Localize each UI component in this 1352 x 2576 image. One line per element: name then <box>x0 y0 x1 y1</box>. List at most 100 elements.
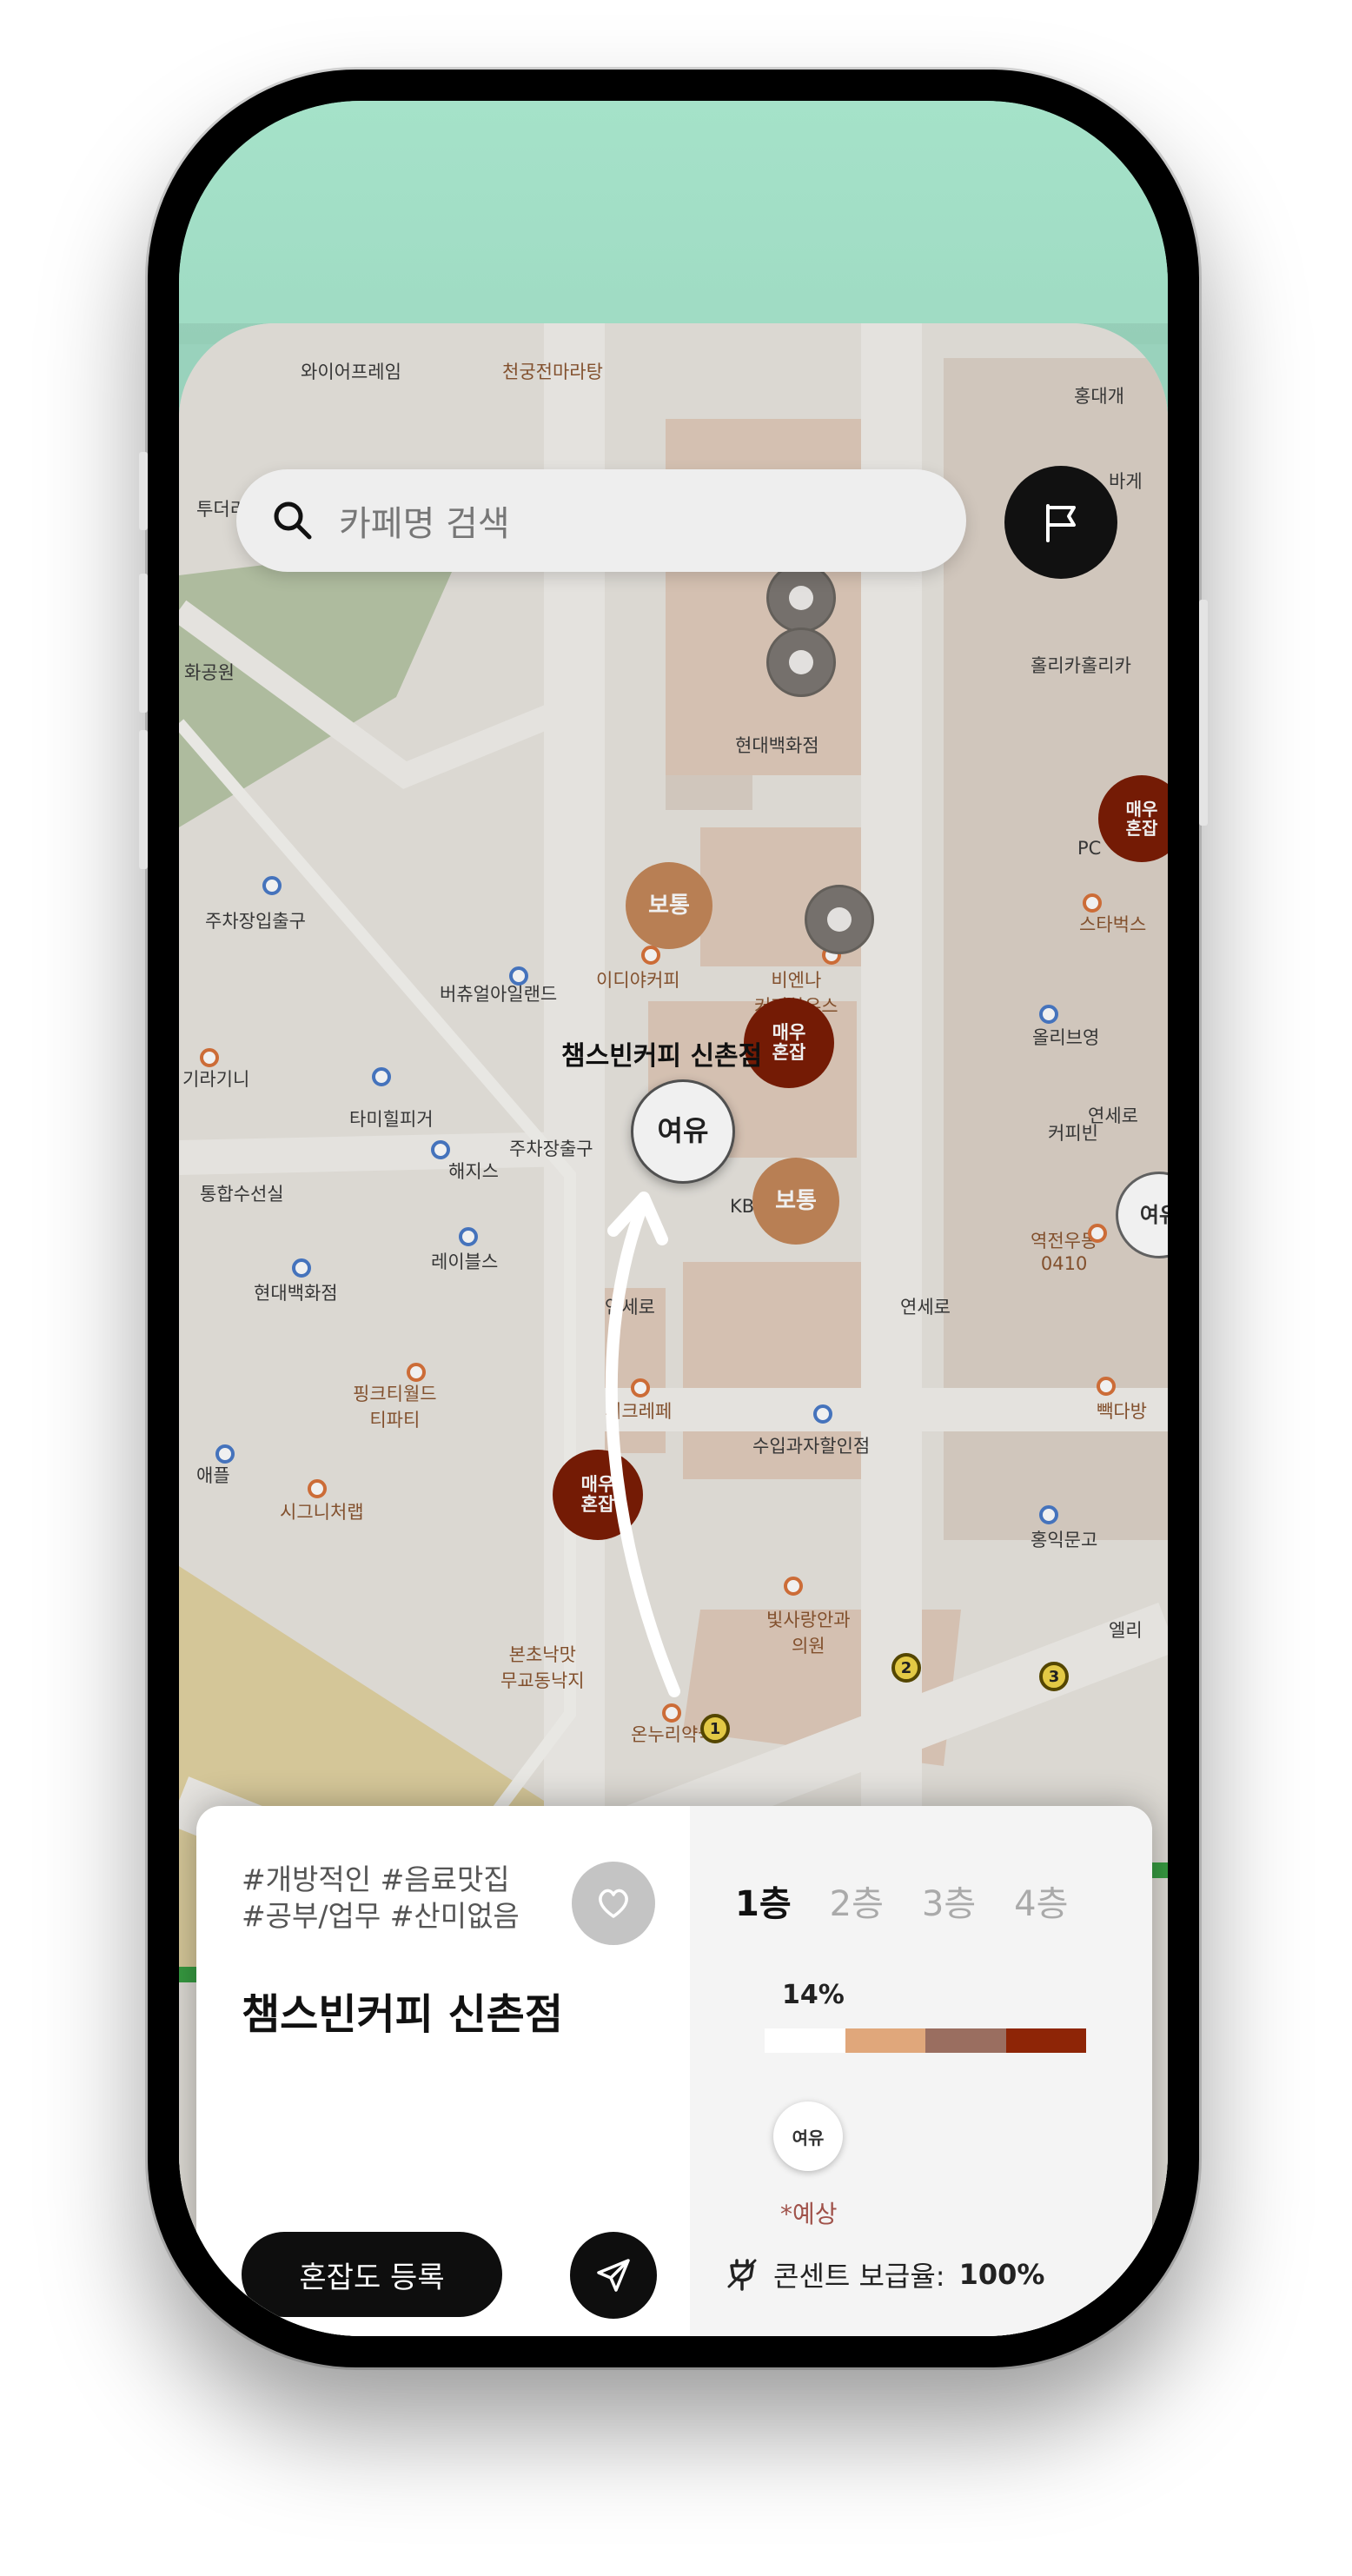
volume-up-button <box>139 574 148 713</box>
place-label: 피크레페 <box>605 1401 673 1422</box>
congestion-pin-free[interactable]: 여유 <box>1116 1172 1168 1258</box>
floor-tab-2[interactable]: 2층 <box>830 1876 884 1926</box>
unknown-pin[interactable] <box>766 563 836 633</box>
place-label: 타미힐피거 <box>349 1109 434 1130</box>
place-label: 빛사랑안과 의원 <box>766 1610 851 1656</box>
place-label: 현대백화점 <box>735 735 819 756</box>
bar-segment-very-busy <box>1005 2028 1086 2053</box>
pin-label: 매우 혼잡 <box>553 1450 643 1540</box>
flag-icon <box>1046 504 1076 542</box>
place-label: 통합수선실 <box>200 1184 284 1205</box>
highlighted-cafe-label: 챔스빈커피 신촌점 <box>561 1041 763 1072</box>
hospital-poi[interactable] <box>784 1577 803 1596</box>
place-label: 홀리카홀리카 <box>1031 655 1131 676</box>
mute-switch <box>139 452 148 530</box>
congestion-pin-normal[interactable]: 보통 <box>752 1158 839 1245</box>
cafe-tags: #개방적인 #음료맛집 #공부/업무 #산미없음 <box>242 1862 572 1935</box>
place-label: 주차장출구 <box>509 1139 593 1159</box>
congestion-bar <box>765 2028 1086 2053</box>
place-label: 홍익문고 <box>1031 1530 1098 1550</box>
store-poi[interactable] <box>292 1258 311 1278</box>
food-poi[interactable] <box>1083 893 1102 913</box>
store-poi[interactable] <box>509 966 528 986</box>
place-label: 해지스 <box>448 1161 499 1182</box>
floor-tabs: 1층 2층 3층 4층 <box>735 1876 1068 1926</box>
food-poi[interactable] <box>308 1479 327 1498</box>
navigate-button[interactable] <box>570 2232 657 2319</box>
unknown-pin[interactable] <box>766 627 836 697</box>
flag-button[interactable] <box>1004 466 1117 579</box>
food-poi[interactable] <box>407 1363 426 1382</box>
place-label: 와이어프레임 <box>301 362 401 382</box>
congestion-pin-very-busy[interactable]: 매우 혼잡 <box>1098 775 1168 862</box>
tags-line: #공부/업무 #산미없음 <box>242 1899 520 1933</box>
place-label: 홍대개 <box>1074 386 1124 407</box>
send-arrow-icon <box>597 2259 630 2292</box>
street-label: 연세로 <box>900 1297 951 1318</box>
place-label: 화공원 <box>184 662 235 683</box>
parking-poi[interactable] <box>262 876 282 895</box>
congestion-pin-normal[interactable]: 보통 <box>626 862 712 949</box>
place-label: 연세로 <box>1088 1105 1138 1126</box>
place-label: 현대백화점 <box>254 1283 338 1304</box>
selected-cafe-pin[interactable]: 여유 <box>631 1079 735 1184</box>
tags-line: #개방적인 #음료맛집 <box>242 1862 510 1896</box>
place-label: 레이블스 <box>431 1251 499 1272</box>
bar-segment-normal <box>845 2028 925 2053</box>
unknown-pin[interactable] <box>805 885 874 954</box>
store-poi[interactable] <box>1039 1005 1058 1024</box>
predict-note: *예상 <box>780 2200 838 2228</box>
heart-icon <box>599 1889 628 1918</box>
place-label: 핑크티월드 티파티 <box>353 1384 437 1431</box>
pin-label: 보통 <box>752 1158 839 1245</box>
cafe-info-card: #개방적인 #음료맛집 #공부/업무 #산미없음 챔스빈커피 신촌점 혼잡도 등… <box>196 1806 1152 2336</box>
search-bar[interactable]: 카페명 검색 <box>236 469 966 572</box>
place-label: 바게 <box>1109 471 1143 492</box>
phone-frame: 와이어프레임 천궁전마라탕 홍대개 투더리 바게 화공원 현대백화점 홀리카홀리… <box>139 70 1208 2367</box>
subway-exit-badge[interactable]: 1 <box>700 1714 730 1743</box>
subway-exit-badge[interactable]: 2 <box>891 1653 921 1683</box>
favorite-button[interactable] <box>572 1862 655 1945</box>
search-icon <box>274 501 312 540</box>
search-input[interactable]: 카페명 검색 <box>339 495 510 546</box>
store-poi[interactable] <box>813 1404 832 1424</box>
place-label: 수입과자할인점 <box>752 1436 871 1457</box>
floor-tab-3[interactable]: 3층 <box>922 1876 976 1926</box>
place-label: 기라기니 <box>182 1069 250 1090</box>
floor-tab-1[interactable]: 1층 <box>735 1876 792 1926</box>
register-congestion-button[interactable]: 혼잡도 등록 <box>242 2232 502 2317</box>
screen: 와이어프레임 천궁전마라탕 홍대개 투더리 바게 화공원 현대백화점 홀리카홀리… <box>179 101 1168 2336</box>
pin-label: 매우 혼잡 <box>1098 775 1168 862</box>
food-poi[interactable] <box>1088 1224 1107 1243</box>
place-label: 시그니처랩 <box>280 1502 364 1523</box>
pharmacy-poi[interactable] <box>662 1703 681 1723</box>
street-label: 연세로 <box>605 1297 655 1318</box>
place-label: 애플 <box>196 1465 230 1486</box>
place-label: 주차장입출구 <box>205 911 306 932</box>
store-poi[interactable] <box>215 1444 235 1464</box>
cafe-name: 챔스빈커피 신촌점 <box>242 1990 563 2039</box>
store-poi[interactable] <box>431 1140 450 1159</box>
place-label: 버츄얼아일랜드 <box>440 984 558 1005</box>
congestion-pin-very-busy[interactable]: 매우 혼잡 <box>553 1450 643 1540</box>
congestion-percent: 14% <box>782 1980 845 2010</box>
place-label: 스타벅스 <box>1079 914 1147 935</box>
store-poi[interactable] <box>372 1067 391 1086</box>
subway-exit-badge[interactable]: 3 <box>1039 1662 1069 1691</box>
bar-segment-busy <box>925 2028 1006 2053</box>
place-label: 빽다방 <box>1097 1401 1147 1422</box>
pin-label: 보통 <box>626 862 712 949</box>
status-badge: 여유 <box>773 2101 843 2171</box>
floor-tab-4[interactable]: 4층 <box>1014 1876 1068 1926</box>
store-poi[interactable] <box>459 1227 478 1246</box>
pin-label: 여유 <box>631 1079 735 1184</box>
store-poi[interactable] <box>1039 1505 1058 1524</box>
food-poi[interactable] <box>200 1048 219 1067</box>
volume-down-button <box>139 730 148 869</box>
food-poi[interactable] <box>631 1378 650 1398</box>
place-label: 엘리 <box>1109 1620 1143 1641</box>
food-poi[interactable] <box>1097 1377 1116 1396</box>
outlet-label: 콘센트 보급율: <box>773 2260 945 2293</box>
plug-icon <box>727 2259 757 2291</box>
place-label: 천궁전마라탕 <box>502 362 603 382</box>
